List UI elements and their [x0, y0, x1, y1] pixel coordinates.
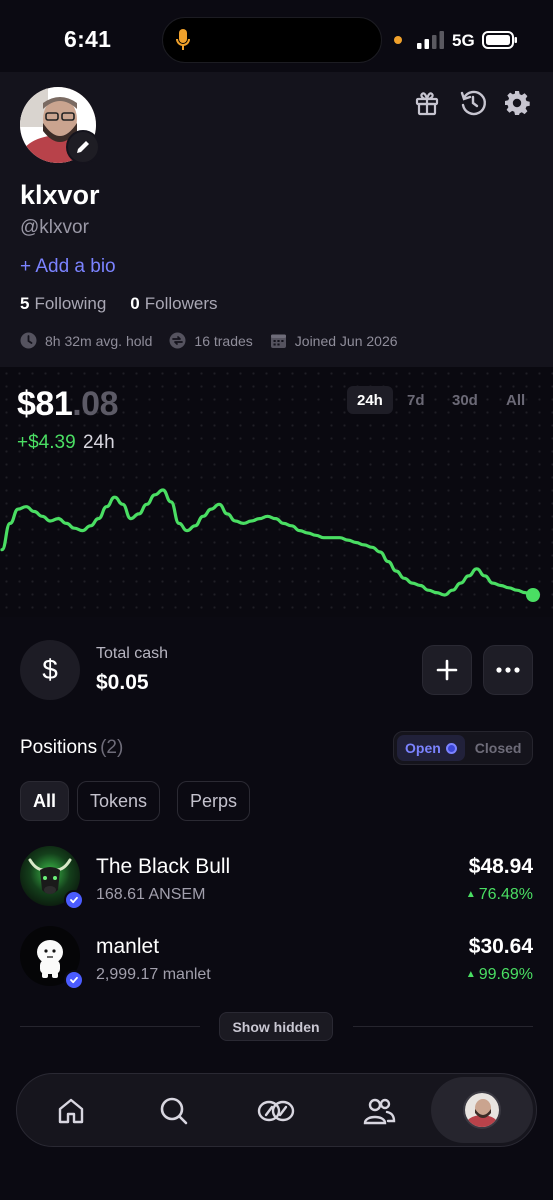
positions-count: (2) — [100, 737, 124, 758]
up-triangle-icon: ▲ — [465, 969, 476, 980]
gift-button[interactable] — [412, 88, 442, 118]
verified-icon — [64, 970, 84, 990]
position-row[interactable]: The Black Bull 168.61 ANSEM $48.94 ▲ 76.4… — [20, 846, 533, 910]
timeframe-24h[interactable]: 24h — [347, 386, 393, 414]
signal-icon — [417, 31, 444, 49]
trades-stat: 16 trades — [169, 332, 253, 349]
divider — [353, 1026, 533, 1027]
toggle-open[interactable]: Open — [397, 735, 465, 761]
token-change: ▲ 99.69% — [466, 966, 533, 984]
settings-button[interactable] — [502, 88, 532, 118]
portfolio-balance: $81.08 — [17, 385, 118, 424]
nav-search[interactable] — [152, 1089, 196, 1133]
history-icon — [460, 90, 487, 116]
following-label: Following — [34, 294, 107, 313]
filter-tokens[interactable]: Tokens — [77, 781, 161, 821]
edit-avatar-button[interactable] — [66, 130, 100, 164]
community-icon — [363, 1098, 396, 1125]
toggle-closed[interactable]: Closed — [475, 740, 522, 756]
timeframe-all[interactable]: All — [496, 386, 535, 414]
clock-icon — [20, 332, 37, 349]
nav-community[interactable] — [357, 1089, 401, 1133]
open-closed-toggle: Open Closed — [393, 731, 533, 765]
dollar-icon: $ — [20, 640, 80, 700]
plus-icon — [436, 659, 458, 681]
display-name: klxvor — [20, 180, 100, 210]
gear-icon — [505, 91, 530, 115]
token-value: $48.94 — [468, 855, 533, 878]
total-cash-label: Total cash — [96, 645, 169, 662]
swap-icon — [257, 1100, 295, 1122]
dynamic-island — [162, 17, 382, 63]
balance-change: +$4.39 24h — [17, 432, 115, 454]
chart-endpoint-marker — [526, 588, 540, 602]
username-handle: @klxvor — [20, 217, 89, 238]
home-icon — [58, 1098, 84, 1124]
nav-profile-avatar[interactable] — [463, 1091, 501, 1129]
filter-perps[interactable]: Perps — [177, 781, 251, 821]
total-cash-value: $0.05 — [96, 671, 149, 694]
change-amount: +$4.39 — [17, 432, 76, 453]
open-indicator-icon — [445, 742, 457, 754]
token-amount: 2,999.17 manlet — [96, 966, 211, 983]
following-link[interactable]: 5 Following — [20, 294, 106, 314]
profile-stats: 8h 32m avg. hold 16 trades Joined Jun 20… — [20, 332, 415, 349]
joined-stat: Joined Jun 2026 — [270, 332, 398, 349]
nav-home[interactable] — [49, 1089, 93, 1133]
token-amount: 168.61 ANSEM — [96, 886, 206, 903]
search-icon — [160, 1097, 188, 1125]
token-value: $30.64 — [468, 935, 533, 958]
token-change: ▲ 76.48% — [466, 886, 533, 904]
toggle-open-label: Open — [405, 740, 441, 756]
token-change-value: 76.48% — [478, 886, 533, 903]
gift-icon — [415, 92, 439, 116]
show-hidden-button[interactable]: Show hidden — [219, 1012, 333, 1041]
status-time: 6:41 — [64, 26, 112, 52]
change-period: 24h — [82, 432, 115, 453]
up-triangle-icon: ▲ — [465, 889, 476, 900]
more-options-button[interactable] — [483, 645, 533, 695]
timeframe-7d[interactable]: 7d — [397, 386, 435, 414]
timeframe-30d[interactable]: 30d — [442, 386, 488, 414]
followers-link[interactable]: 0 Followers — [130, 294, 217, 314]
history-button[interactable] — [458, 88, 488, 118]
nav-swap[interactable] — [254, 1089, 298, 1133]
token-name: The Black Bull — [96, 855, 231, 878]
portfolio-line — [0, 488, 535, 597]
followers-label: Followers — [144, 294, 218, 313]
divider — [20, 1026, 200, 1027]
balance-dollars: $81 — [17, 385, 73, 423]
token-name: manlet — [96, 935, 160, 958]
recording-indicator-icon — [394, 36, 402, 44]
microphone-icon — [176, 29, 190, 50]
more-icon — [496, 667, 520, 673]
joined-text: Joined Jun 2026 — [294, 332, 398, 349]
battery-icon — [482, 31, 517, 49]
filter-all[interactable]: All — [20, 781, 70, 821]
trades-text: 16 trades — [194, 332, 253, 349]
verified-icon — [64, 890, 84, 910]
positions-title: Positions (2) — [20, 737, 123, 759]
token-change-value: 99.69% — [478, 966, 533, 983]
portfolio-line-chart[interactable] — [0, 470, 553, 610]
followers-count: 0 — [130, 294, 140, 313]
avg-hold-text: 8h 32m avg. hold — [45, 332, 153, 349]
balance-cents: .08 — [72, 385, 118, 423]
add-bio-link[interactable]: + Add a bio — [20, 256, 116, 278]
following-count: 5 — [20, 294, 30, 313]
pencil-icon — [77, 141, 89, 153]
follow-stats: 5 Following 0 Followers — [20, 294, 218, 314]
calendar-icon — [270, 334, 286, 348]
positions-label: Positions — [20, 737, 98, 758]
network-label: 5G — [452, 31, 475, 50]
deposit-button[interactable] — [422, 645, 472, 695]
position-row[interactable]: manlet 2,999.17 manlet $30.64 ▲ 99.69% — [20, 926, 533, 990]
avg-hold-stat: 8h 32m avg. hold — [20, 332, 152, 349]
trades-icon — [169, 332, 186, 349]
